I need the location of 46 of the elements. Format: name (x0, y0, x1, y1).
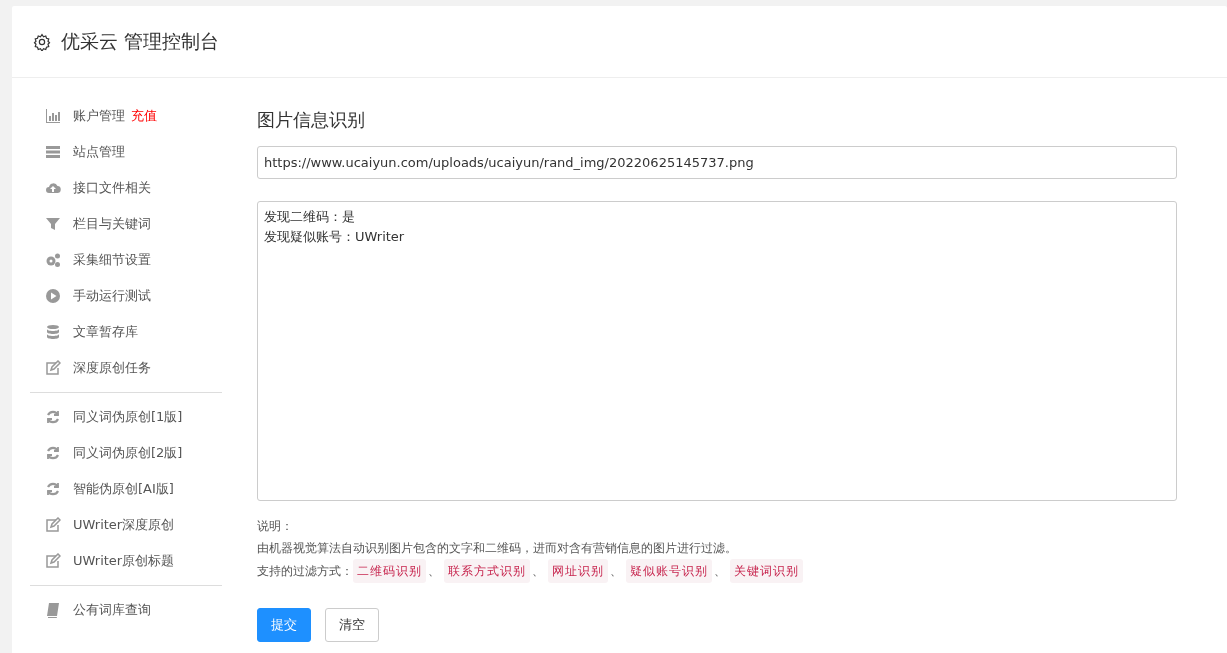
sidebar-item[interactable]: UWriter原创标题 (73, 552, 175, 570)
cloud-icon (45, 180, 61, 196)
sidebar-item[interactable]: 深度原创任务 (73, 359, 151, 377)
sidebar-item[interactable]: 栏目与关键词 (73, 215, 151, 233)
book-icon (45, 602, 61, 618)
separator: 、 (428, 563, 440, 580)
section-heading: 图片信息识别 (257, 108, 366, 132)
sidebar-item[interactable]: 采集细节设置 (73, 251, 151, 269)
separator: 、 (714, 563, 726, 580)
refresh-icon (45, 445, 61, 461)
edit-icon (45, 517, 61, 533)
method-tag: 二维码识别 (353, 559, 426, 583)
method-tag: 联系方式识别 (444, 559, 530, 583)
database-icon (45, 324, 61, 340)
notes-title: 说明： (257, 518, 294, 535)
recharge-link[interactable]: 充值 (131, 107, 157, 125)
method-tag: 疑似账号识别 (626, 559, 712, 583)
clear-button[interactable]: 清空 (325, 608, 379, 642)
sidebar-item[interactable]: 站点管理 (73, 143, 125, 161)
methods-label: 支持的过滤方式： (257, 563, 353, 580)
sidebar-item[interactable]: 同义词伪原创[1版] (73, 408, 183, 426)
separator: 、 (532, 563, 544, 580)
refresh-icon (45, 409, 61, 425)
url-field[interactable]: https://www.ucaiyun.com/uploads/ucaiyun/rand_img/20220625145737.png (257, 146, 1177, 179)
separator: 、 (610, 563, 622, 580)
page-title: 优采云 管理控制台 (61, 28, 220, 54)
play-icon (45, 288, 61, 304)
edit-icon (45, 360, 61, 376)
sidebar-item[interactable]: 智能伪原创[AI版] (73, 480, 174, 498)
sidebar-item[interactable]: 同义词伪原创[2版] (73, 444, 183, 462)
sidebar-item[interactable]: 账户管理 (73, 107, 125, 125)
sidebar-item[interactable]: 文章暂存库 (73, 323, 138, 341)
sidebar-item[interactable]: 公有词库查询 (73, 601, 151, 619)
filter-icon (45, 216, 61, 232)
result-box[interactable]: 发现二维码：是 发现疑似账号：UWriter (257, 201, 1177, 501)
sidebar-item[interactable]: 接口文件相关 (73, 179, 151, 197)
method-tag: 网址识别 (548, 559, 608, 583)
method-tag: 关键词识别 (730, 559, 803, 583)
settings-icon (33, 32, 51, 51)
sidebar-item[interactable]: UWriter深度原创 (73, 516, 175, 534)
chart-icon (45, 108, 61, 124)
notes-description: 由机器视觉算法自动识别图片包含的文字和二维码，进而对含有营销信息的图片进行过滤。 (257, 540, 738, 557)
refresh-icon (45, 481, 61, 497)
sidebar-item[interactable]: 手动运行测试 (73, 287, 151, 305)
server-icon (45, 144, 61, 160)
edit-icon (45, 553, 61, 569)
